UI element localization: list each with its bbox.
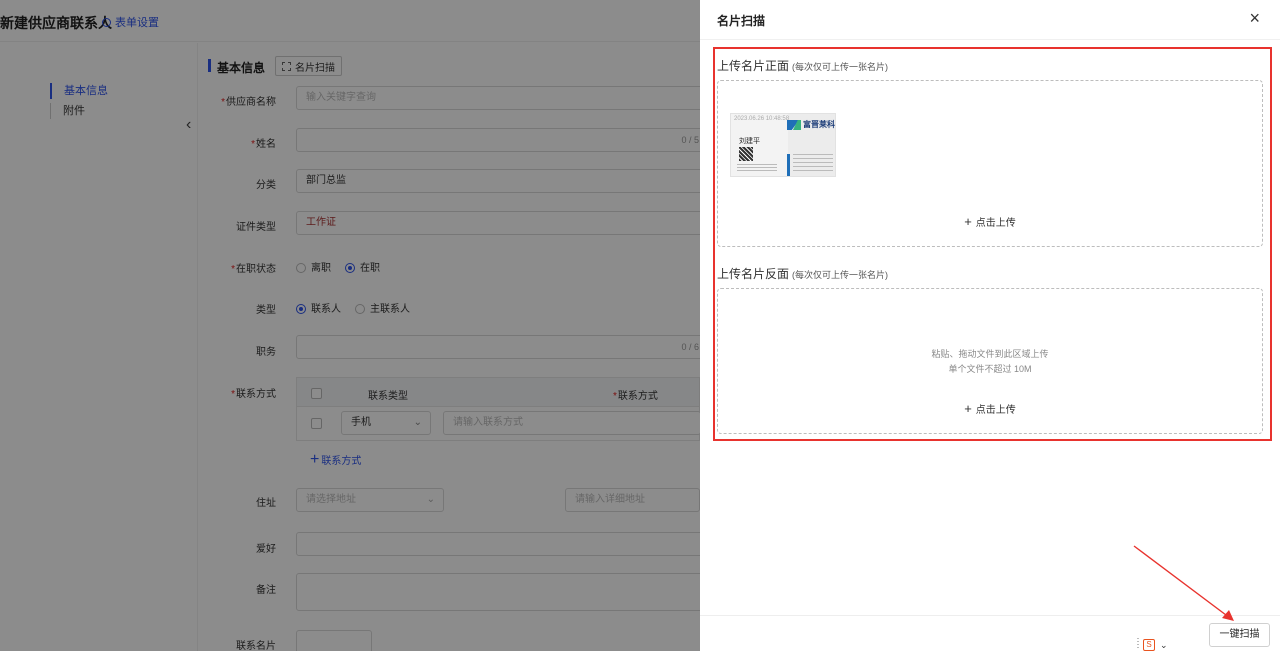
card-contact-lines [737, 164, 777, 173]
plus-icon: + [964, 214, 972, 229]
card-person-name: 刘建平 [739, 138, 760, 145]
card-company: 富晋莱科 [803, 120, 835, 129]
drawer-header: 名片扫描 × [700, 0, 1280, 40]
back-upload-hint: (每次仅可上传一张名片) [792, 270, 889, 280]
back-dropzone[interactable]: 粘贴、拖动文件到此区域上传 单个文件不超过 10M + 点击上传 [717, 288, 1263, 434]
drop-hint: 粘贴、拖动文件到此区域上传 单个文件不超过 10M [931, 349, 1049, 374]
front-dropzone[interactable]: 2023.06.26 10:48:58 富晋莱科 刘建平 + 点击上传 [717, 80, 1263, 247]
annotation-arrow [1133, 545, 1234, 621]
front-upload-hint: (每次仅可上传一张名片) [792, 62, 889, 72]
caret-icon[interactable]: ⌄ [1160, 640, 1168, 651]
back-upload-button[interactable]: + 点击上传 [718, 401, 1262, 416]
qr-code-icon [739, 147, 753, 161]
front-upload-button[interactable]: + 点击上传 [718, 214, 1262, 229]
close-icon[interactable]: × [1249, 8, 1260, 29]
one-click-scan-button[interactable]: 一键扫描 [1209, 623, 1270, 647]
drawer-title: 名片扫描 [717, 14, 766, 28]
card-address-lines [793, 154, 833, 174]
back-upload-label: 上传名片反面 (每次仅可上传一张名片) [717, 267, 889, 281]
card-timestamp: 2023.06.26 10:48:58 [734, 116, 790, 122]
business-card-thumbnail[interactable]: 2023.06.26 10:48:58 富晋莱科 刘建平 [730, 113, 836, 177]
modal-overlay[interactable] [0, 0, 700, 651]
input-method-icon[interactable]: S [1143, 639, 1155, 651]
card-stripe [787, 154, 790, 176]
plus-icon: + [964, 401, 972, 416]
drag-handle[interactable] [1137, 638, 1139, 650]
front-upload-label: 上传名片正面 (每次仅可上传一张名片) [717, 59, 889, 73]
